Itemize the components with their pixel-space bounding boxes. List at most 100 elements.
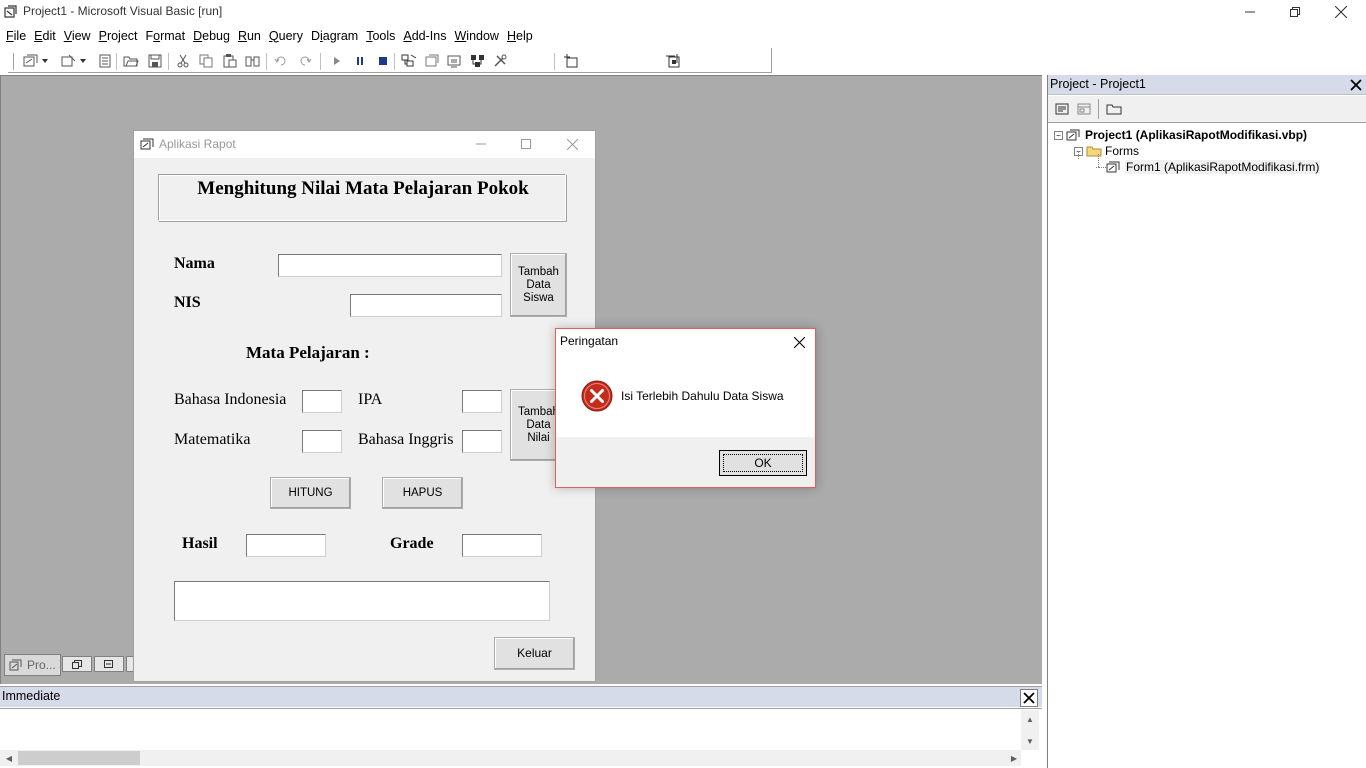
scroll-up-icon[interactable]: ▲ xyxy=(1022,711,1038,727)
menu-diagram[interactable]: Diagram xyxy=(307,29,362,43)
object-browser-icon[interactable] xyxy=(469,52,487,70)
form-layout-icon[interactable] xyxy=(446,52,464,70)
toggle-folders-icon[interactable] xyxy=(1105,101,1123,117)
project-window-icon xyxy=(9,659,22,671)
immediate-header: Immediate xyxy=(0,686,1042,707)
scroll-down-icon[interactable]: ▼ xyxy=(1022,733,1038,749)
immediate-horizontal-scrollbar[interactable]: ◀ ▶ xyxy=(0,750,1021,766)
ipa-input[interactable] xyxy=(462,390,502,413)
vb-app-icon xyxy=(4,5,17,18)
tree-node-forms[interactable]: − Forms xyxy=(1074,144,1139,158)
redo-icon[interactable] xyxy=(296,52,314,70)
message-box-title: Peringatan xyxy=(560,334,619,348)
minimized-project-window[interactable]: Pro... xyxy=(4,654,61,676)
scroll-right-icon[interactable]: ▶ xyxy=(1006,750,1022,766)
minimize-button[interactable] xyxy=(1227,0,1273,24)
scrollbar-thumb[interactable] xyxy=(18,751,140,765)
minimized-maximize-button[interactable] xyxy=(93,656,124,672)
break-icon[interactable] xyxy=(351,52,369,70)
save-icon[interactable] xyxy=(146,52,164,70)
folder-icon xyxy=(1086,146,1102,157)
open-icon[interactable] xyxy=(122,52,140,70)
tree-node-form1[interactable]: Form1 (AplikasiRapotModifikasi.frm) xyxy=(1106,160,1321,174)
project-explorer-icon[interactable] xyxy=(400,52,418,70)
close-icon xyxy=(1350,79,1362,91)
toolbox-icon[interactable] xyxy=(492,52,510,70)
tree-node-project[interactable]: − Project1 (AplikasiRapotModifikasi.vbp) xyxy=(1054,128,1307,142)
dropdown-arrow-icon[interactable] xyxy=(40,52,50,70)
immediate-vertical-scrollbar[interactable]: ▲ ▼ xyxy=(1021,710,1039,750)
message-box-text: Isi Terlebih Dahulu Data Siswa xyxy=(621,389,784,403)
bahasa-inggris-input[interactable] xyxy=(462,430,502,453)
size-icon[interactable] xyxy=(664,52,682,70)
menu-edit[interactable]: Edit xyxy=(30,29,60,43)
message-box-close-button[interactable] xyxy=(788,332,810,352)
form-icon xyxy=(1106,161,1120,173)
form-aplikasi-rapot: Aplikasi Rapot Menghitung Nilai Mata Pel… xyxy=(133,130,596,682)
menu-help[interactable]: Help xyxy=(503,29,537,43)
properties-window-icon[interactable] xyxy=(423,52,441,70)
copy-icon[interactable] xyxy=(197,52,215,70)
project-node-label: Project1 (AplikasiRapotModifikasi.vbp) xyxy=(1085,128,1308,142)
minimized-windows: Pro... xyxy=(4,654,137,676)
error-icon xyxy=(581,380,613,412)
standard-toolbar xyxy=(8,48,772,73)
menu-view[interactable]: View xyxy=(60,29,95,43)
minimize-icon xyxy=(476,143,486,145)
position-icon[interactable] xyxy=(562,52,580,70)
heading-frame: Menghitung Nilai Mata Pelajaran Pokok xyxy=(158,174,566,221)
nama-input[interactable] xyxy=(278,254,502,277)
label-mata-pelajaran: Mata Pelajaran : xyxy=(246,343,370,362)
scroll-left-icon[interactable]: ◀ xyxy=(1,750,17,766)
menu-addins[interactable]: Add-Ins xyxy=(399,29,450,43)
ok-button[interactable]: OK xyxy=(719,450,807,476)
hitung-button[interactable]: HITUNG xyxy=(270,477,351,509)
keluar-button[interactable]: Keluar xyxy=(494,637,575,670)
menu-format[interactable]: Format xyxy=(142,29,190,43)
form-close-button[interactable] xyxy=(552,134,592,154)
restore-button[interactable] xyxy=(1272,0,1318,24)
menu-project[interactable]: Project xyxy=(95,29,142,43)
nis-input[interactable] xyxy=(350,294,502,317)
collapse-icon[interactable]: − xyxy=(1054,130,1063,140)
hasil-output[interactable] xyxy=(246,534,326,557)
menu-query[interactable]: Query xyxy=(265,29,307,43)
dropdown-arrow-icon[interactable] xyxy=(78,52,88,70)
keterangan-output[interactable] xyxy=(174,581,550,621)
minimized-window-label: Pro... xyxy=(27,658,56,672)
project-explorer-close-button[interactable] xyxy=(1348,77,1364,93)
add-project-icon[interactable] xyxy=(22,52,40,70)
menu-file[interactable]: File xyxy=(2,29,30,43)
cut-icon[interactable] xyxy=(174,52,192,70)
start-icon[interactable] xyxy=(328,52,346,70)
label-bahasa-inggris: Bahasa Inggris xyxy=(358,431,454,448)
end-icon[interactable] xyxy=(374,52,392,70)
maximize-icon xyxy=(103,659,113,668)
maximize-icon xyxy=(521,139,531,149)
label-hasil: Hasil xyxy=(182,535,218,552)
bahasa-indonesia-input[interactable] xyxy=(302,390,342,413)
matematika-input[interactable] xyxy=(302,430,342,453)
find-icon[interactable] xyxy=(244,52,262,70)
undo-icon[interactable] xyxy=(272,52,290,70)
paste-icon[interactable] xyxy=(221,52,239,70)
grade-output[interactable] xyxy=(462,534,542,557)
restore-icon xyxy=(71,659,82,669)
minimized-restore-button[interactable] xyxy=(61,656,92,672)
menu-debug[interactable]: Debug xyxy=(189,29,234,43)
view-object-icon[interactable] xyxy=(1075,101,1093,117)
menu-editor-icon[interactable] xyxy=(96,52,114,70)
label-nama: Nama xyxy=(174,255,215,272)
add-form-icon[interactable] xyxy=(60,52,78,70)
form-maximize-button[interactable] xyxy=(506,134,546,154)
immediate-close-button[interactable] xyxy=(1020,689,1038,707)
hapus-button[interactable]: HAPUS xyxy=(382,477,463,509)
menu-tools[interactable]: Tools xyxy=(362,29,399,43)
menu-run[interactable]: Run xyxy=(234,29,265,43)
form-minimize-button[interactable] xyxy=(461,134,501,154)
menu-window[interactable]: Window xyxy=(450,29,502,43)
close-button[interactable] xyxy=(1318,0,1364,24)
tambah-data-siswa-button[interactable]: Tambah Data Siswa xyxy=(510,253,567,317)
view-code-icon[interactable] xyxy=(1053,101,1071,117)
restore-icon xyxy=(1290,7,1300,17)
